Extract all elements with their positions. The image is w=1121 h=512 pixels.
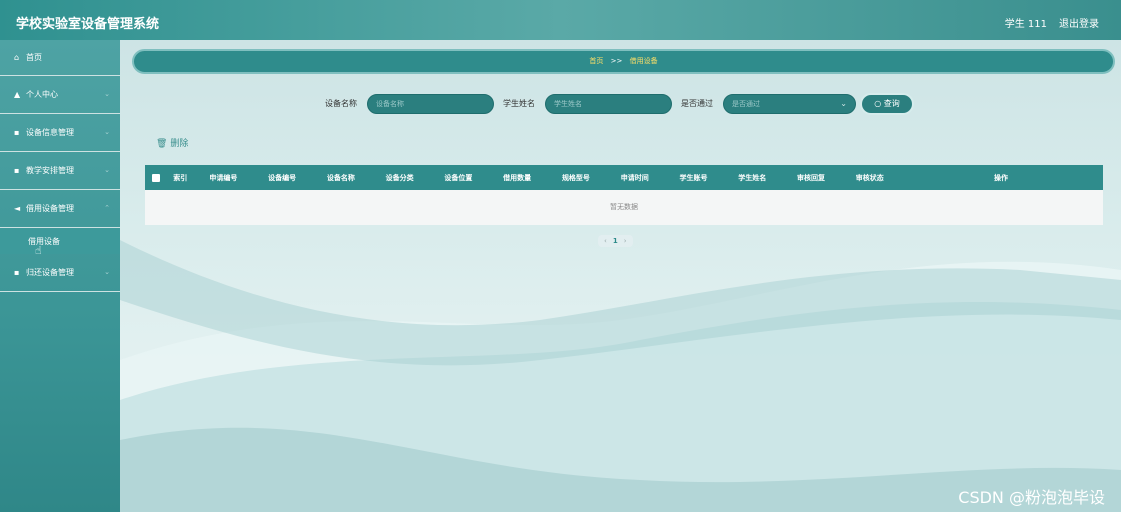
device-name-label: 设备名称 [325,99,357,108]
query-button-label: 查询 [883,99,900,108]
column-header: 申请编号 [209,173,238,182]
chevron-down-icon: ⌄ [840,99,847,108]
breadcrumb-current: 借用设备 [629,57,658,65]
column-header: 借用数量 [503,173,532,182]
sidebar-item-teaching-schedule[interactable]: ▪ 教学安排管理 ⌄ [0,152,120,190]
column-header: 规格型号 [561,173,590,182]
sidebar-item-label: 首页 [26,53,42,62]
column-header: 操作 [994,173,1009,182]
user-area: 学生 111 退出登录 [1005,15,1099,30]
breadcrumb: 首页 >> 借用设备 [132,49,1115,74]
column-header: 审核回复 [797,173,825,182]
chevron-down-icon: ⌄ [104,128,110,136]
student-name-input[interactable]: 学生姓名 [545,94,672,114]
pagination: ‹ 1 › [598,235,633,247]
select-all-checkbox[interactable] [145,173,167,182]
empty-table-message: 暂无数据 [145,190,1103,225]
breadcrumb-separator: >> [610,57,623,65]
grid-icon: ▪ [14,166,20,175]
sidebar-subitem-label: 借用设备 [28,236,60,246]
delete-button[interactable]: 🗑 删除 [156,136,188,149]
search-icon: ○ [874,99,882,108]
borrow-table: 索引 申请编号 设备编号 设备名称 设备分类 设备位置 借用数量 规格型号 申请… [145,165,1103,225]
chevron-down-icon: ⌄ [104,90,110,98]
sidebar-item-device-info[interactable]: ▪ 设备信息管理 ⌄ [0,114,120,152]
approved-select-placeholder: 是否通过 [732,100,760,108]
send-icon: ◄ [14,204,21,213]
column-header: 设备位置 [444,173,473,182]
sidebar-item-borrow-devices[interactable]: ◄ 借用设备管理 ⌃ [0,190,120,228]
student-name-label: 学生姓名 [503,99,535,108]
sidebar-item-label: 借用设备管理 [26,204,74,213]
grid-icon: ▪ [14,268,20,277]
chevron-up-icon: ⌃ [104,204,110,212]
sidebar-item-label: 设备信息管理 [26,128,74,137]
sidebar-subitem-borrow-device[interactable]: 借用设备 ☝ [0,228,120,257]
column-header: 索引 [173,173,188,182]
column-header: 设备分类 [385,173,414,182]
approved-select[interactable]: 是否通过 ⌄ [723,94,856,114]
column-header: 学生账号 [679,173,708,182]
sidebar-item-label: 教学安排管理 [26,166,74,175]
sidebar: ⌂ 首页 ▲ 个人中心 ⌄ ▪ 设备信息管理 ⌄ ▪ 教学安排管理 ⌄ ◄ 借用… [0,40,120,512]
column-header: 申请时间 [620,173,649,182]
sidebar-item-return-devices[interactable]: ▪ 归还设备管理 ⌄ [0,254,120,292]
column-header: 审核状态 [855,173,884,182]
watermark: CSDN @粉泡泡毕设 [958,488,1105,507]
breadcrumb-home-link[interactable]: 首页 [589,57,603,65]
chevron-down-icon: ⌄ [104,166,110,174]
grid-icon: ▪ [14,128,20,137]
sidebar-item-label: 个人中心 [26,90,58,99]
device-name-input[interactable]: 设备名称 [367,94,494,114]
column-header: 设备编号 [268,173,297,182]
chevron-right-icon[interactable]: › [624,237,627,245]
user-icon: ▲ [14,90,21,99]
sidebar-item-home[interactable]: ⌂ 首页 [0,40,120,76]
top-header: 学校实验室设备管理系统 学生 111 退出登录 [0,0,1121,40]
current-user-label: 学生 111 [1004,19,1047,30]
page-number[interactable]: 1 [613,237,618,245]
delete-button-label: 删除 [170,139,189,149]
trash-icon: 🗑 [156,139,168,149]
sidebar-item-label: 归还设备管理 [26,268,74,277]
chevron-left-icon[interactable]: ‹ [604,237,607,245]
table-header: 索引 申请编号 设备编号 设备名称 设备分类 设备位置 借用数量 规格型号 申请… [145,165,1103,190]
chevron-down-icon: ⌄ [104,268,110,276]
sidebar-item-personal-center[interactable]: ▲ 个人中心 ⌄ [0,76,120,114]
query-button[interactable]: ○ 查询 [860,93,914,115]
home-icon: ⌂ [14,53,20,62]
column-header: 学生姓名 [738,173,767,182]
logout-button[interactable]: 退出登录 [1059,15,1099,30]
app-title: 学校实验室设备管理系统 [16,17,160,32]
main-content: 首页 >> 借用设备 设备名称 设备名称 学生姓名 学生姓名 是否通过 是否通过… [120,40,1121,512]
column-header: 设备名称 [326,173,355,182]
approved-label: 是否通过 [681,99,713,108]
